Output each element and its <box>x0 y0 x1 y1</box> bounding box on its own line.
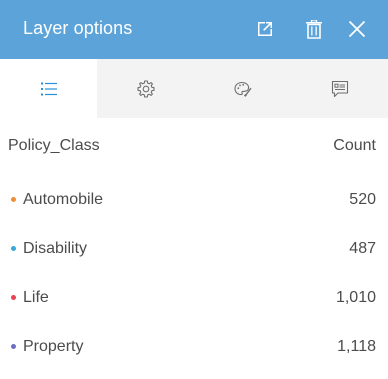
panel-title: Layer options <box>23 18 133 38</box>
legend-swatch <box>11 197 16 202</box>
legend-list: Automobile 520 Disability 487 Life 1,010… <box>0 174 388 370</box>
popup-icon <box>331 80 348 97</box>
legend-label: Automobile <box>23 191 104 208</box>
tab-popup[interactable] <box>291 59 388 118</box>
delete-layer-button[interactable] <box>299 14 329 44</box>
legend-count: 1,010 <box>335 289 376 306</box>
tab-style[interactable] <box>194 59 291 118</box>
legend-swatch <box>11 344 16 349</box>
popout-icon <box>258 22 272 36</box>
legend-row-life[interactable]: Life 1,010 <box>0 272 388 321</box>
layer-options-panel: Layer options Policy_Class Count Automob… <box>0 0 388 379</box>
legend-row-automobile[interactable]: Automobile 520 <box>0 174 388 223</box>
trash-icon <box>306 19 322 39</box>
legend-row-disability[interactable]: Disability 487 <box>0 223 388 272</box>
close-button[interactable] <box>342 14 372 44</box>
field-name-header: Policy_Class <box>8 137 100 154</box>
legend-swatch <box>11 246 16 251</box>
close-icon <box>348 20 366 38</box>
gear-icon <box>136 79 155 98</box>
legend-label: Property <box>23 338 84 355</box>
popout-button[interactable] <box>250 14 280 44</box>
legend-count: 520 <box>349 191 376 208</box>
tab-options[interactable] <box>97 59 194 118</box>
legend-count: 487 <box>349 240 376 257</box>
legend-swatch <box>11 295 16 300</box>
tab-bar <box>0 59 388 118</box>
tab-legend[interactable] <box>0 59 97 118</box>
legend-count: 1,118 <box>337 338 376 355</box>
legend-header: Policy_Class Count <box>0 118 388 174</box>
legend-label: Life <box>23 289 49 306</box>
legend-row-property[interactable]: Property 1,118 <box>0 321 388 370</box>
legend-label: Disability <box>23 240 88 257</box>
palette-icon <box>233 81 252 97</box>
panel-header: Layer options <box>0 0 388 59</box>
list-icon <box>40 82 57 95</box>
count-header: Count <box>333 137 376 154</box>
